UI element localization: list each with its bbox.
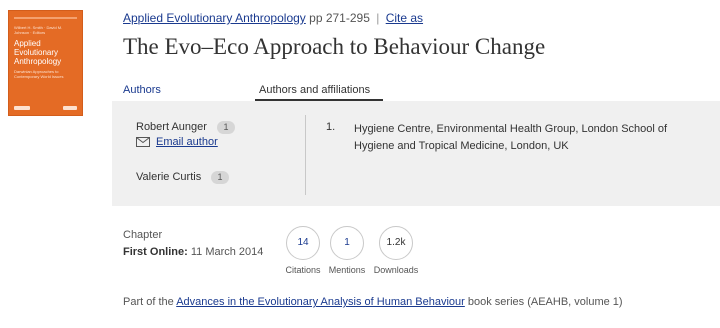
book-title-link[interactable]: Applied Evolutionary Anthropology [123,11,306,25]
author-tabs: Authors Authors and affiliations [123,82,720,101]
mail-icon [136,137,150,147]
panel-divider [305,115,306,195]
cover-title: Applied Evolutionary Anthropology [14,39,62,66]
citations-count[interactable]: 14 [286,226,320,260]
affiliation-badge: 1 [217,121,235,134]
email-author-link[interactable]: Email author [156,136,218,148]
cite-as-link[interactable]: Cite as [386,11,423,25]
email-author-row: Email author [136,136,218,148]
mentions-label: Mentions [328,265,366,275]
mentions-count[interactable]: 1 [330,226,364,260]
cover-subtitle: Darwinian Approaches to Contemporary Wor… [14,69,64,79]
book-header: Applied Evolutionary Anthropology pp 271… [123,11,423,25]
book-series-line: Part of the Advances in the Evolutionary… [123,296,623,308]
cover-footer [14,106,77,110]
book-cover-image[interactable]: Wilbert H. Smith · David M. Johnson · Ed… [8,10,83,116]
author-name[interactable]: Valerie Curtis [136,171,201,183]
first-online-label: First Online: [123,246,188,258]
content-type-label: Chapter [123,229,163,241]
tab-authors[interactable]: Authors [123,84,161,96]
chapter-title: The Evo–Eco Approach to Behaviour Change [123,34,546,59]
affiliation-number: 1. [326,121,336,133]
cover-editors: Wilbert H. Smith · David M. Johnson · Ed… [14,25,63,35]
downloads-metric: 1.2k Downloads [371,226,421,275]
authors-panel: Robert Aunger 1 Email author Valerie Cur… [112,101,720,206]
cover-top-bar [14,17,77,19]
book-series-link[interactable]: Advances in the Evolutionary Analysis of… [176,296,465,308]
series-prefix: Part of the [123,296,174,308]
citations-metric[interactable]: 14 Citations [278,226,328,275]
affiliation-text: Hygiene Centre, Environmental Health Gro… [354,123,668,152]
springer-logo [63,106,77,110]
author-name[interactable]: Robert Aunger [136,121,207,133]
header-separator: | [376,11,380,25]
affiliation-badge: 1 [211,171,229,184]
page-range: pp 271-295 [309,11,370,25]
downloads-label: Downloads [373,265,419,275]
downloads-count: 1.2k [379,226,413,260]
series-suffix: book series (AEAHB, volume 1) [467,296,623,308]
mentions-metric[interactable]: 1 Mentions [322,226,372,275]
tab-authors-and-affiliations[interactable]: Authors and affiliations [259,84,370,96]
first-online-date: First Online: 11 March 2014 [123,246,263,258]
citations-label: Citations [285,265,321,275]
first-online-value: 11 March 2014 [190,246,264,258]
cover-series-logo [14,106,30,110]
